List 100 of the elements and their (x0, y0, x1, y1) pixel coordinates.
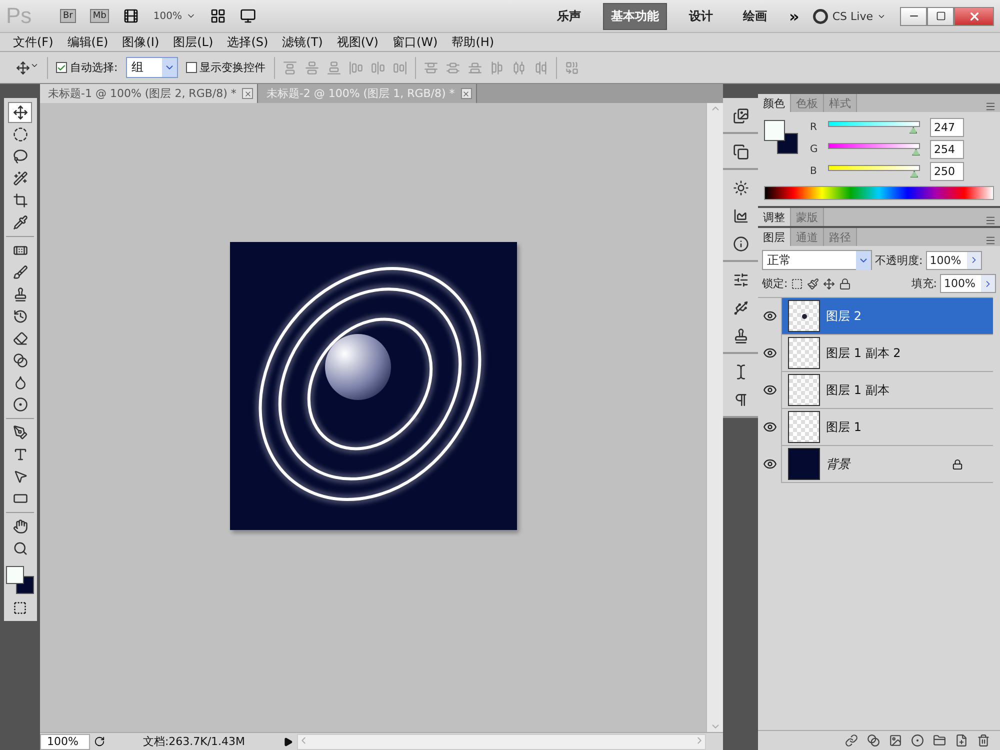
magic-wand-icon (12, 171, 28, 186)
lock-all-icon[interactable] (838, 278, 851, 290)
lock-transparency-icon[interactable] (790, 278, 803, 290)
film-icon[interactable] (123, 8, 140, 24)
eye-icon (762, 346, 776, 360)
menu-item[interactable]: 帮助(H) (444, 34, 502, 50)
adjustment-layer-icon[interactable] (911, 734, 924, 747)
tool-preset-picker[interactable] (16, 60, 39, 74)
fill-field[interactable]: 100% (940, 274, 996, 293)
menu-icon (985, 235, 996, 246)
panel-tab[interactable]: 图层 (758, 228, 791, 246)
new-layer-icon[interactable] (955, 734, 968, 747)
crop-icon (12, 193, 28, 208)
layer-name: 背景 (826, 456, 852, 472)
menu-item[interactable]: 滤镜(T) (275, 34, 330, 50)
close-icon (244, 90, 252, 98)
document-size-text: 文档:263.7K/1.43M (142, 734, 246, 749)
check-icon (57, 62, 66, 72)
fill-label: 填充: (911, 276, 937, 291)
eraser-icon (12, 331, 28, 346)
auto-select-dropdown[interactable]: 组 (126, 57, 178, 78)
add-mask-icon[interactable] (889, 734, 902, 747)
arrange-icon[interactable] (210, 8, 226, 24)
show-transform-checkbox[interactable]: 显示变换控件 (186, 60, 266, 75)
tab-close-button[interactable] (460, 88, 472, 99)
workspace-button[interactable]: 基本功能 (603, 2, 668, 30)
menu-item[interactable]: 文件(F) (6, 34, 60, 50)
workspace-button[interactable]: 乐声 (549, 2, 590, 30)
panel-dock-button[interactable] (730, 106, 750, 126)
menu-icon (985, 215, 996, 226)
menu-item[interactable]: 图像(I) (115, 34, 166, 50)
channel-slider[interactable] (826, 164, 922, 178)
workspace-button[interactable]: 绘画 (735, 2, 776, 30)
channel-slider[interactable] (826, 142, 922, 156)
folder-icon[interactable] (933, 734, 946, 747)
workspace-button[interactable]: 设计 (681, 2, 722, 30)
menu-item[interactable]: 编辑(E) (60, 34, 116, 50)
lock-label: 锁定: (762, 276, 788, 291)
horizontal-scrollbar[interactable] (297, 734, 706, 750)
color-swatches-icon[interactable] (6, 566, 34, 594)
zoom-field[interactable]: 100% (40, 734, 90, 750)
sliders-icon (732, 272, 748, 288)
document-tab[interactable]: 未标题-1 @ 100% (图层 2, RGB/8) * (40, 84, 258, 103)
info-icon (732, 236, 748, 252)
opacity-label: 不透明度: (875, 252, 923, 268)
screen-mode-icon[interactable] (240, 8, 256, 24)
auto-select-checkbox[interactable]: 自动选择: (56, 60, 118, 75)
link-icon[interactable] (845, 734, 858, 747)
layer-row[interactable]: 背景 (758, 446, 993, 483)
channel-slider[interactable] (826, 120, 922, 134)
color-swatches-icon[interactable] (764, 120, 798, 154)
opacity-field[interactable]: 100% (926, 250, 982, 270)
channel-value-field[interactable]: 247 (930, 118, 964, 137)
close-icon (462, 90, 470, 98)
stamp-icon (732, 328, 748, 344)
panel-dock-button[interactable] (730, 234, 750, 254)
maximize-icon (936, 11, 946, 21)
layer-style-icon[interactable] (867, 734, 880, 747)
status-menu-icon[interactable] (283, 736, 293, 746)
lasso-icon (12, 149, 28, 164)
layer-name: 图层 1 (826, 418, 862, 436)
color-spectrum[interactable] (764, 186, 994, 200)
menu-item[interactable]: 窗口(W) (385, 34, 445, 50)
menu-item[interactable]: 选择(S) (220, 34, 276, 50)
layer-row[interactable]: 图层 1 副本 2 (758, 335, 993, 372)
blend-mode-dropdown[interactable]: 正常 (762, 250, 872, 270)
more-workspaces-button[interactable]: » (789, 6, 800, 26)
channel-value-field[interactable]: 250 (930, 162, 964, 181)
lock-position-icon[interactable] (822, 278, 835, 290)
layer-row[interactable]: 图层 2 (758, 298, 993, 335)
quick-mask-icon[interactable] (13, 601, 27, 615)
panel-dock-button[interactable] (730, 142, 750, 162)
close-icon (968, 10, 980, 22)
close-button[interactable] (954, 6, 994, 26)
panel-dock-button[interactable] (730, 178, 750, 198)
panel-tab[interactable]: 调整 (758, 208, 791, 226)
channel-value-field[interactable]: 254 (930, 140, 964, 159)
menu-item[interactable]: 视图(V) (330, 34, 386, 50)
zoom-dropdown[interactable]: 100% (153, 10, 196, 22)
layer-row[interactable]: 图层 1 副本 (758, 372, 993, 409)
channel-label: B (810, 166, 818, 177)
search-icon (12, 541, 28, 556)
move-tool-button[interactable] (8, 102, 32, 123)
stamp-icon (12, 287, 28, 302)
vertical-scrollbar[interactable] (706, 103, 723, 732)
mini-bridge-button[interactable]: Mb (90, 9, 110, 23)
channel-label: G (810, 144, 818, 155)
cs-live-button[interactable]: CS Live (813, 8, 886, 24)
maximize-button[interactable] (927, 6, 954, 26)
bridge-button[interactable]: Br (60, 9, 76, 23)
pointer-icon (12, 469, 28, 484)
status-icon[interactable] (94, 736, 105, 747)
droplet-icon (12, 375, 28, 390)
layer-row[interactable]: 图层 1 (758, 409, 993, 446)
tab-close-button[interactable] (242, 88, 254, 99)
trash-icon[interactable] (977, 734, 990, 747)
lock-pixels-icon[interactable] (806, 278, 819, 290)
layer-thumbnail (788, 337, 820, 369)
menu-item[interactable]: 图层(L) (166, 34, 220, 50)
panel-tab[interactable]: 颜色 (758, 94, 791, 112)
